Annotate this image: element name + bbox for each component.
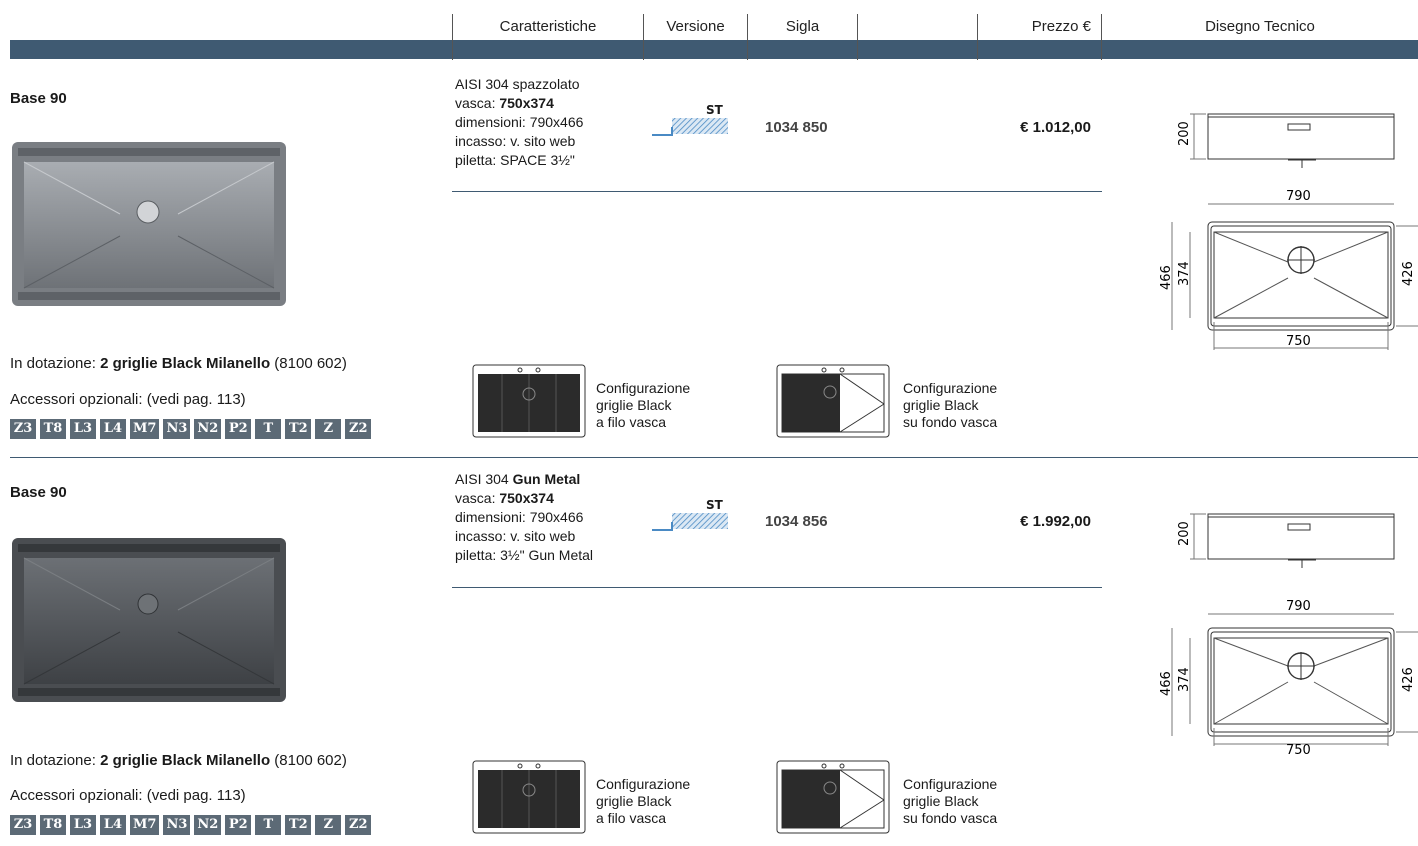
product-title: Base 90 [10, 90, 67, 107]
accessory-badge[interactable]: N3 [163, 419, 191, 439]
accessory-badge[interactable]: T2 [285, 419, 312, 439]
product-title: Base 90 [10, 484, 67, 501]
row-divider [452, 587, 1102, 588]
header-versione: Versione [666, 18, 725, 35]
accessory-badge[interactable]: T [255, 419, 282, 439]
dim-bowl-depth: 374 [1177, 261, 1192, 286]
config-thumb-fondo [776, 364, 890, 438]
accessori-badges: Z3 T8 L3 L4 M7 N3 N2 P2 T T2 Z Z2 [10, 815, 372, 835]
config-thumb-filo [472, 760, 586, 834]
accessory-badge[interactable]: M7 [130, 815, 160, 835]
spec-material: AISI 304 spazzolato [455, 76, 580, 92]
spec-incasso: incasso: v. sito web [455, 133, 576, 149]
accessori-text: Accessori opzionali: (vedi pag. 113) [10, 787, 246, 804]
accessori-text: Accessori opzionali: (vedi pag. 113) [10, 391, 246, 408]
accessory-badge[interactable]: L4 [100, 419, 126, 439]
accessory-badge[interactable]: L4 [100, 815, 126, 835]
header-band [10, 40, 1418, 59]
spec-vasca: vasca: 750x374 [455, 490, 554, 506]
header-divider [977, 14, 978, 60]
dim-depth: 466 [1160, 265, 1174, 290]
config-label-fondo: Configurazione griglie Black su fondo vasc… [903, 380, 998, 430]
config-thumb-filo [472, 364, 586, 438]
version-label: ST [706, 498, 723, 512]
sink-photo [12, 142, 286, 306]
accessory-badge[interactable]: Z3 [10, 815, 36, 835]
accessory-badge[interactable]: N3 [163, 815, 191, 835]
accessory-badge[interactable]: Z [315, 815, 342, 835]
dim-width: 790 [1286, 189, 1311, 204]
dim-depth: 466 [1160, 671, 1174, 696]
dim-width: 790 [1286, 599, 1311, 614]
technical-drawing: 200 790 466 374 426 426 750 [1160, 113, 1418, 350]
section-divider [10, 457, 1418, 458]
accessory-badge[interactable]: P2 [225, 419, 252, 439]
dim-height: 200 [1177, 521, 1192, 546]
accessory-badge[interactable]: T8 [40, 419, 66, 439]
accessory-badge[interactable]: N2 [194, 419, 222, 439]
dim-inner-height-label: 426 [1401, 667, 1416, 692]
product-price: € 1.012,00 [1020, 119, 1091, 136]
config-label-fondo: Configurazione griglie Black su fondo vasc… [903, 776, 998, 826]
accessory-badge[interactable]: T2 [285, 815, 312, 835]
technical-drawing: 200 790 466 374 426 750 [1160, 513, 1418, 758]
dotazione-text: In dotazione: 2 griglie Black Milanello … [10, 752, 347, 769]
accessory-badge[interactable]: N2 [194, 815, 222, 835]
accessory-badge[interactable]: L3 [70, 419, 96, 439]
accessory-badge[interactable]: Z3 [10, 419, 36, 439]
accessory-badge[interactable]: T [255, 815, 282, 835]
spec-incasso: incasso: v. sito web [455, 528, 576, 544]
dim-bowl-depth: 374 [1177, 667, 1192, 692]
accessory-badge[interactable]: M7 [130, 419, 160, 439]
spec-block: AISI 304 spazzolato vasca: 750x374 dimen… [455, 75, 645, 170]
accessory-badge[interactable]: L3 [70, 815, 96, 835]
header-prezzo: Prezzo € [1031, 18, 1091, 35]
spec-block: AISI 304 Gun Metal vasca: 750x374 dimens… [455, 470, 645, 565]
dim-bowl-width: 750 [1286, 334, 1311, 349]
product-code: 1034 856 [765, 513, 828, 530]
header-disegno-tecnico: Disegno Tecnico [1205, 18, 1315, 35]
spec-vasca: vasca: 750x374 [455, 95, 554, 111]
accessory-badge[interactable]: Z2 [345, 419, 372, 439]
accessory-badge[interactable]: Z [315, 419, 342, 439]
spec-dimensioni: dimensioni: 790x466 [455, 114, 584, 130]
product-price: € 1.992,00 [1020, 513, 1091, 530]
accessori-badges: Z3 T8 L3 L4 M7 N3 N2 P2 T T2 Z Z2 [10, 419, 372, 439]
version-label: ST [706, 103, 723, 117]
spec-piletta: piletta: 3½" Gun Metal [455, 547, 594, 563]
accessory-badge[interactable]: T8 [40, 815, 66, 835]
dim-inner-height-label: 426 [1401, 261, 1416, 286]
header-sigla: Sigla [785, 18, 820, 35]
row-divider [452, 191, 1102, 192]
header-caratteristiche: Caratteristiche [499, 18, 597, 35]
config-label-filo: Configurazione griglie Black a filo vasca [596, 380, 691, 430]
dotazione-text: In dotazione: 2 griglie Black Milanello … [10, 355, 347, 372]
spec-dimensioni: dimensioni: 790x466 [455, 509, 584, 525]
dim-bowl-width: 750 [1286, 743, 1311, 758]
config-label-filo: Configurazione griglie Black a filo vasca [596, 776, 691, 826]
spec-piletta: piletta: SPACE 3½" [455, 152, 575, 168]
accessory-badge[interactable]: P2 [225, 815, 252, 835]
dim-height: 200 [1177, 121, 1192, 146]
spec-material: AISI 304 Gun Metal [455, 471, 581, 487]
config-thumb-fondo [776, 760, 890, 834]
product-code: 1034 850 [765, 119, 828, 136]
sink-photo [12, 538, 286, 702]
header-divider [857, 14, 858, 60]
accessory-badge[interactable]: Z2 [345, 815, 372, 835]
